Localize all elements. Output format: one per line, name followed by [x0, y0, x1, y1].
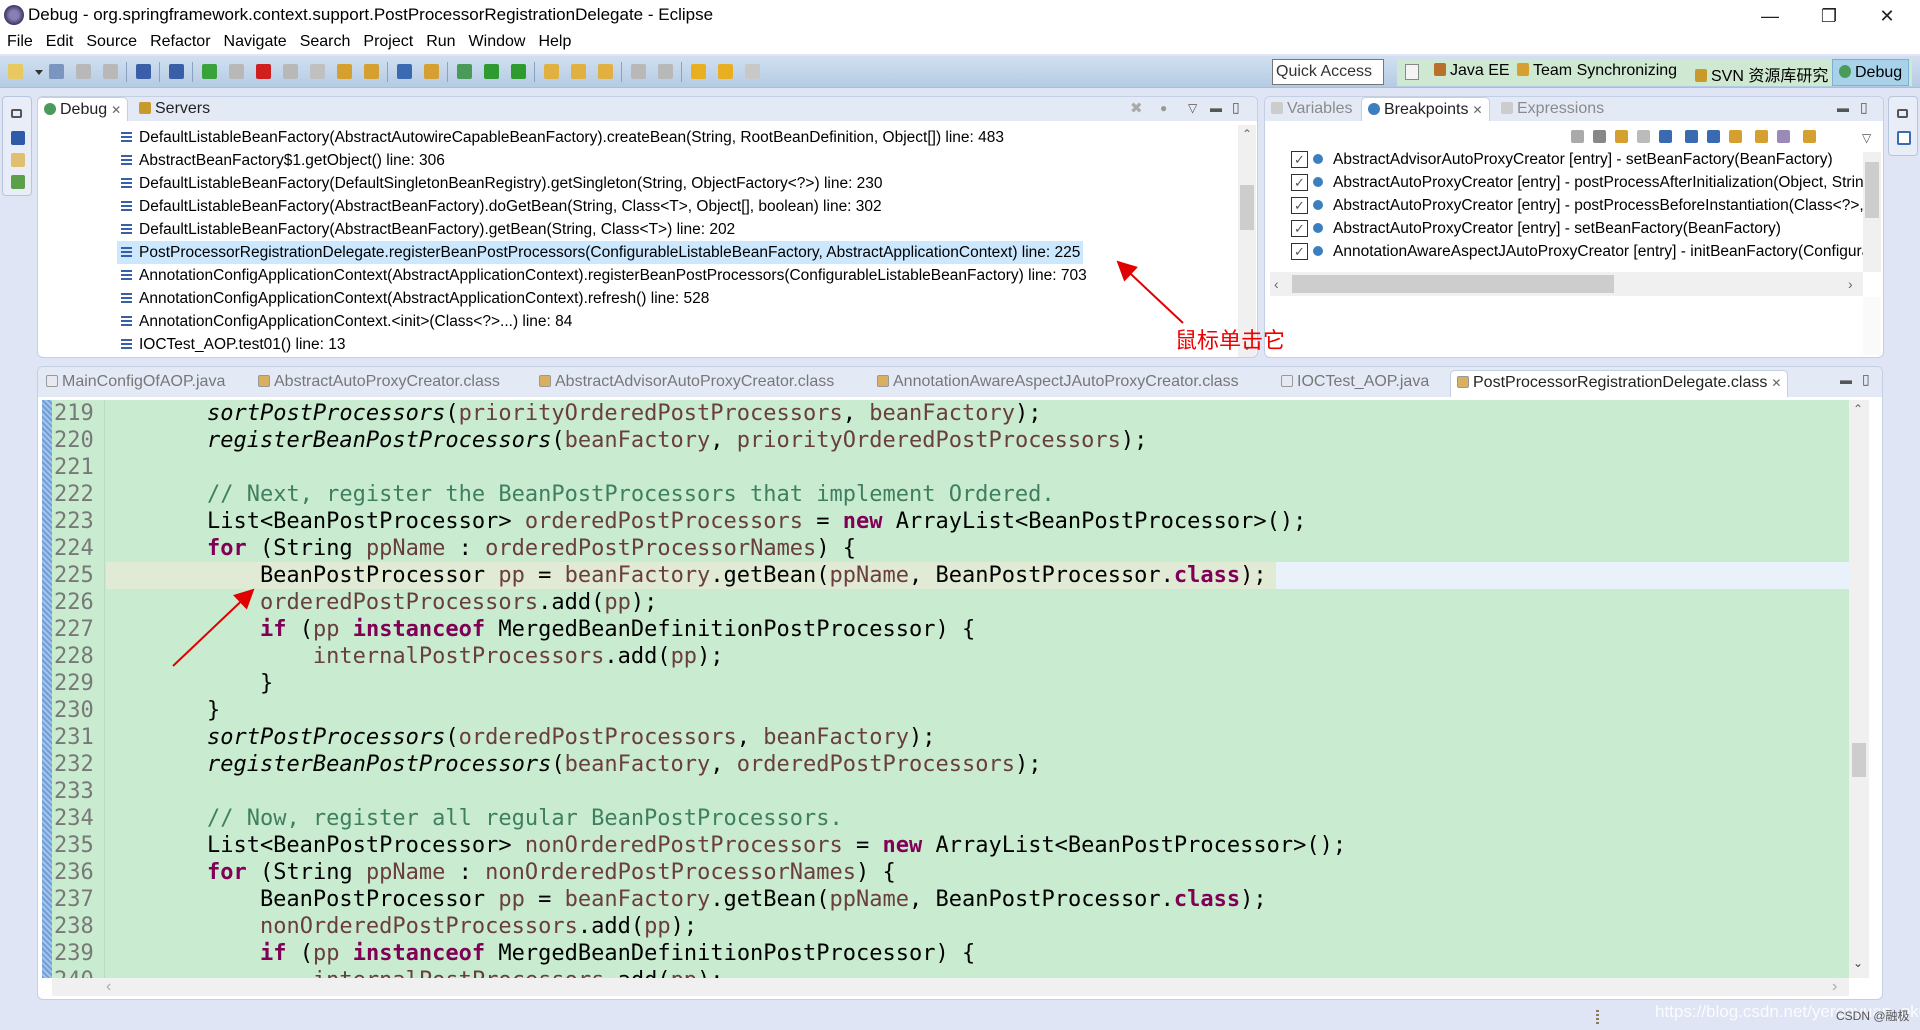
- watermark-credit: CSDN @融极: [1836, 1009, 1910, 1023]
- arrow-to-stack-frame: [1116, 260, 1184, 324]
- status-bar-handle[interactable]: [1596, 1010, 1599, 1026]
- annotation-arrows: [172, 260, 1184, 667]
- arrow-to-line-225: [172, 588, 255, 667]
- annotation-label: 鼠标单击它: [1175, 328, 1286, 353]
